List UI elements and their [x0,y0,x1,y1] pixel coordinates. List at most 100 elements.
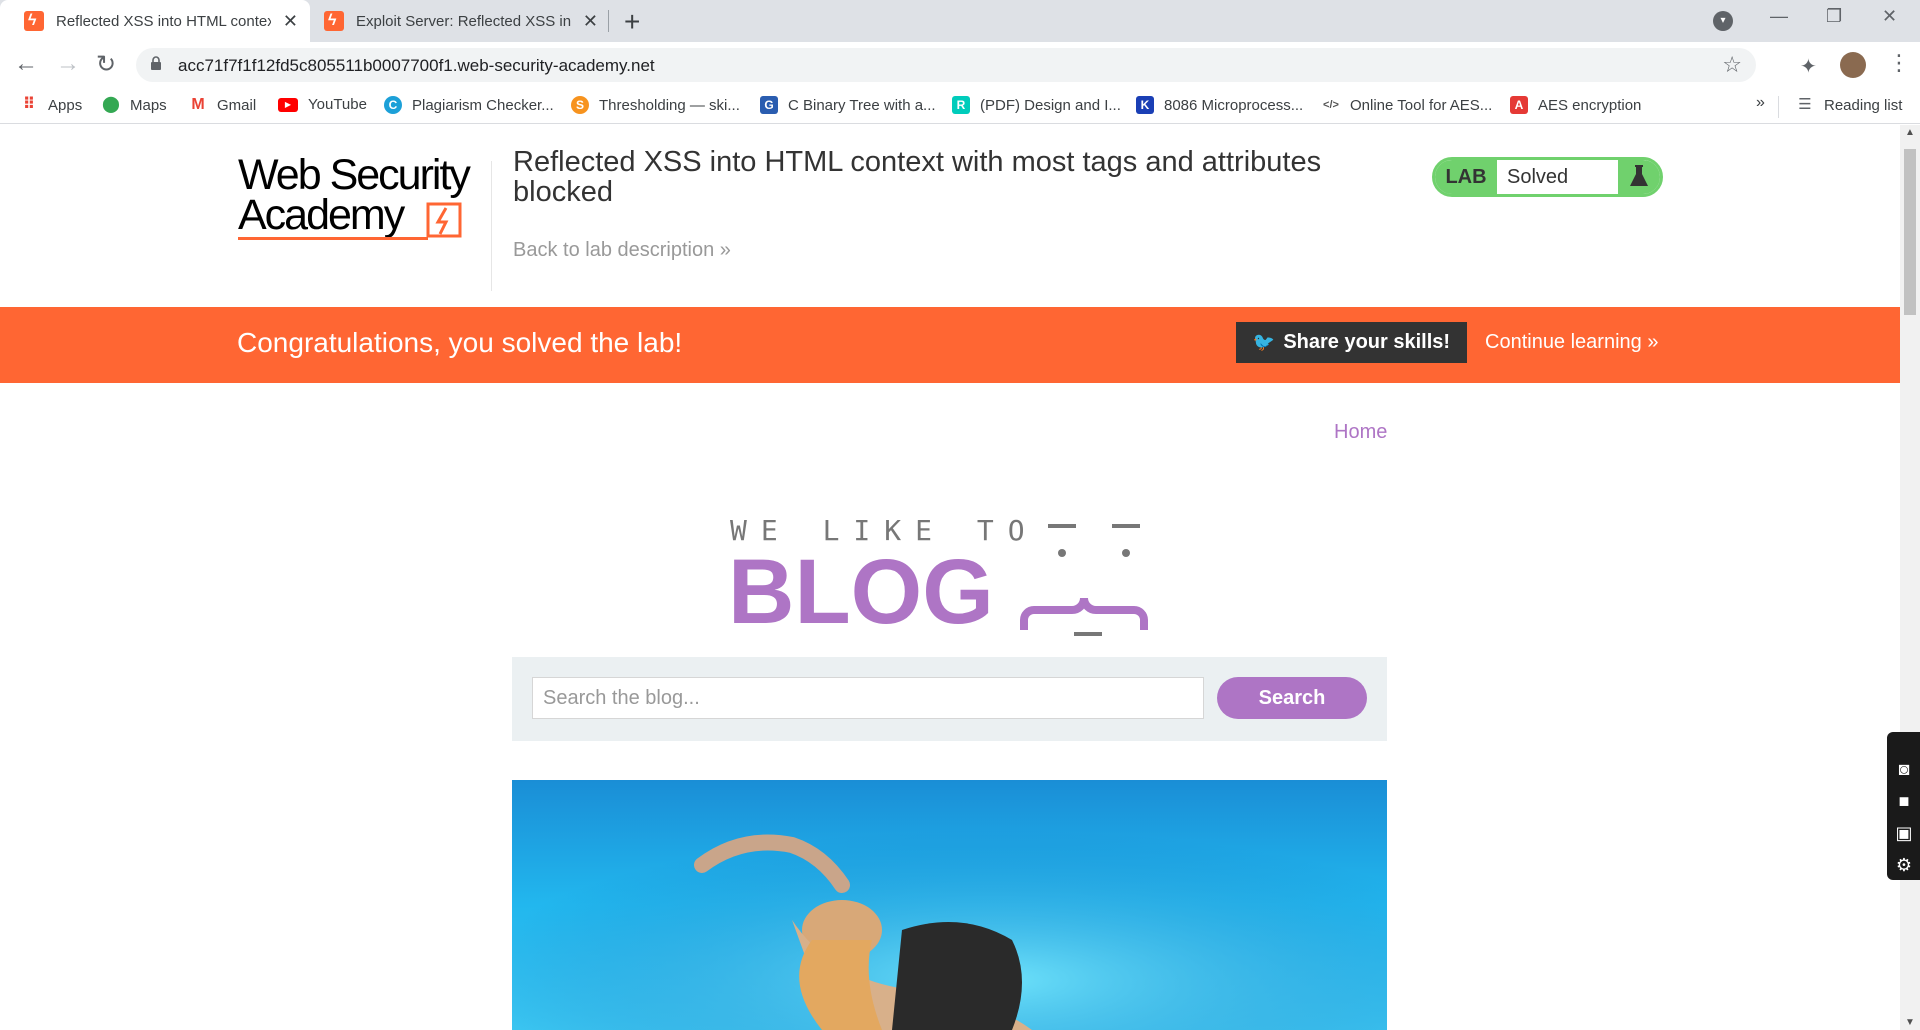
web-page: Web Security Academy Reflected XSS into … [0,125,1900,1030]
logo-underline [238,237,428,240]
yoga-photo [512,780,1387,1030]
bookmark-label: Online Tool for AES... [1350,96,1493,114]
reading-list-label: Reading list [1824,96,1903,114]
url-text: acc71f7f1f12fd5c805511b0007700f1.web-sec… [178,56,655,75]
tab-search-icon[interactable]: ▾ [1713,11,1733,31]
researchgate-icon: R [952,96,970,114]
capture-toolbar: ◙ ■ ▣ ⚙ [1887,732,1920,880]
bookmark-label: Apps [48,96,83,114]
reading-list-icon: ☰ [1796,96,1814,114]
bookmark-aes-tool[interactable]: </> Online Tool for AES... [1322,96,1492,114]
continue-learning-link[interactable]: Continue learning » [1485,331,1658,354]
browser-menu-icon[interactable]: ⋮ [1888,50,1910,76]
blog-post-image[interactable] [512,780,1387,1030]
bookmark-label: Plagiarism Checker... [412,96,554,114]
lock-icon [151,56,161,70]
bookmark-thresholding[interactable]: S Thresholding — ski... [571,96,740,114]
restore-button[interactable]: ❐ [1826,6,1842,27]
lab-label: LAB [1435,160,1497,194]
bookmark-apps[interactable]: ⠿ Apps [20,96,82,114]
new-tab-button[interactable]: + [624,6,640,38]
lab-status-text: Solved [1507,166,1569,188]
reading-list-button[interactable]: ☰ Reading list [1796,96,1902,114]
bookmark-label: Thresholding — ski... [599,96,740,114]
bookmark-binary-tree[interactable]: G C Binary Tree with a... [760,96,936,114]
close-tab-icon[interactable]: ✕ [283,11,298,32]
share-skills-button[interactable]: 🐦 Share your skills! [1236,322,1467,363]
browser-toolbar: ← → ↻ acc71f7f1f12fd5c805511b0007700f1.w… [0,42,1920,88]
flask-icon [1618,160,1660,194]
share-label: Share your skills! [1283,331,1451,353]
tab-strip: Reflected XSS into HTML context with mos… [0,0,1920,42]
binary-tree-icon: G [760,96,778,114]
home-link[interactable]: Home [1334,421,1387,444]
header-divider [491,161,492,291]
forward-arrow-icon[interactable]: → [56,50,80,78]
bookmark-plagiarism[interactable]: C Plagiarism Checker... [384,96,554,114]
bookmark-aes-encryption[interactable]: A AES encryption [1510,96,1641,114]
apps-grid-icon: ⠿ [20,96,38,114]
bookmarks-overflow-button[interactable]: » [1756,94,1765,112]
back-to-lab-description-link[interactable]: Back to lab description » [513,239,731,262]
bookmarks-bar: ⠿ Apps ⬤ Maps M Gmail ▶ YouTube C Plagiarism … [0,88,1920,124]
lab-status-badge: LAB Solved [1432,157,1663,197]
video-icon[interactable]: ■ [1893,792,1915,810]
back-arrow-icon[interactable]: ← [14,50,38,78]
code-icon: </> [1322,96,1340,114]
web-security-academy-logo[interactable]: Web Security Academy [238,151,488,240]
search-input[interactable]: Search the blog... [532,677,1204,719]
extensions-puzzle-icon[interactable]: ✦ [1800,54,1817,79]
blog-logo-main-text: BLOG [728,541,994,643]
microprocessor-icon: K [1136,96,1154,114]
bookmark-youtube[interactable]: ▶ YouTube [278,96,367,113]
search-bar: Search the blog... Search [512,657,1387,741]
close-window-button[interactable]: ✕ [1882,6,1897,27]
burp-favicon-icon [24,11,44,31]
aes-icon: A [1510,96,1528,114]
congratulations-message: Congratulations, you solved the lab! [237,327,683,358]
academy-bolt-icon [426,202,462,238]
bookmark-maps[interactable]: ⬤ Maps [102,96,167,114]
tab-title: Exploit Server: Reflected XSS into HTML … [356,12,571,30]
reload-icon[interactable]: ↻ [96,50,116,79]
maps-pin-icon: ⬤ [102,96,120,114]
thresholding-icon: S [571,96,589,114]
page-scrollbar[interactable]: ▲ ▼ [1900,125,1920,1030]
tab-exploit-server[interactable]: Exploit Server: Reflected XSS into HTML … [300,0,610,42]
bookmarks-divider [1778,96,1779,118]
search-button[interactable]: Search [1217,677,1367,719]
lab-title: Reflected XSS into HTML context with mos… [513,146,1322,208]
tab-separator [608,10,609,32]
bookmark-star-icon[interactable]: ☆ [1722,52,1742,78]
logo-line1: Web Security [238,151,471,199]
camera-icon[interactable]: ◙ [1893,760,1915,778]
minimize-button[interactable]: — [1770,6,1788,27]
bookmark-label: (PDF) Design and I... [980,96,1121,114]
bookmark-gmail[interactable]: M Gmail [189,96,256,114]
youtube-icon: ▶ [278,97,298,112]
bookmark-label: Maps [130,96,167,114]
we-like-to-blog-logo: WE LIKE TO BLOG [728,514,1148,643]
scroll-up-arrow-icon[interactable]: ▲ [1905,127,1915,138]
burp-favicon-icon [324,11,344,31]
bookmark-label: AES encryption [1538,96,1642,114]
address-bar[interactable]: acc71f7f1f12fd5c805511b0007700f1.web-sec… [136,48,1756,82]
bookmark-label: YouTube [308,96,367,113]
tab-lab[interactable]: Reflected XSS into HTML context with mos… [0,0,310,42]
close-tab-icon[interactable]: ✕ [583,11,598,32]
bookmark-8086[interactable]: K 8086 Microprocess... [1136,96,1303,114]
gmail-icon: M [189,96,207,114]
bookmark-label: Gmail [217,96,257,114]
plagiarism-icon: C [384,96,402,114]
scrollbar-thumb[interactable] [1904,149,1916,315]
bookmark-label: C Binary Tree with a... [788,96,936,114]
profile-avatar[interactable] [1840,52,1866,78]
bookmark-pdf-design[interactable]: R (PDF) Design and I... [952,96,1121,114]
bookmark-label: 8086 Microprocess... [1164,96,1304,114]
gallery-icon[interactable]: ▣ [1893,824,1915,842]
twitter-icon: 🐦 [1252,332,1276,352]
scroll-down-arrow-icon[interactable]: ▼ [1905,1017,1915,1028]
tab-title: Reflected XSS into HTML context with mos… [56,12,271,30]
settings-gear-icon[interactable]: ⚙ [1893,856,1915,874]
solved-banner: Congratulations, you solved the lab! 🐦 S… [0,307,1900,383]
